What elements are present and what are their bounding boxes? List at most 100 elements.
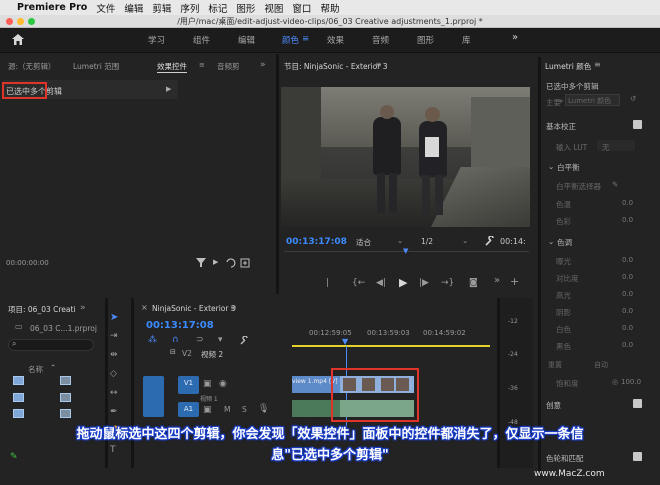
menu-window[interactable]: 窗口 <box>292 1 311 15</box>
menu-help[interactable]: 帮助 <box>320 1 339 15</box>
work-area-bar[interactable] <box>292 345 490 347</box>
fit-dropdown-chevron-icon[interactable]: ⌄ <box>397 236 403 245</box>
a1-mute-button[interactable]: M <box>224 405 230 414</box>
selection-tool-icon[interactable]: ➤ <box>110 312 118 323</box>
timeline-playhead-icon[interactable]: ▼ <box>342 337 348 346</box>
project-item-thumbnail[interactable] <box>13 393 24 402</box>
v2-track-target[interactable]: V2 <box>182 349 192 358</box>
slip-tool-icon[interactable]: ↔ <box>110 388 118 398</box>
menu-sequence[interactable]: 序列 <box>180 1 199 15</box>
resolution-dropdown[interactable]: 1/2 <box>421 237 433 246</box>
workspace-tab-effects[interactable]: 效果 <box>327 34 344 46</box>
a1-solo-button[interactable]: S <box>242 405 247 414</box>
go-to-in-icon[interactable]: {← <box>352 278 365 288</box>
a1-source-patch[interactable] <box>143 402 164 417</box>
more-panels-icon[interactable]: » <box>260 60 266 70</box>
export-frame-button-icon[interactable]: ◙ <box>469 278 478 288</box>
play-button-icon[interactable]: ▶ <box>399 276 407 289</box>
contrast-value[interactable]: 0.0 <box>622 273 633 281</box>
wrench-settings-icon[interactable] <box>484 236 495 247</box>
tint-value[interactable]: 0.0 <box>622 216 633 224</box>
tab-audio-clip-mixer[interactable]: 音频剪 <box>217 61 240 72</box>
lumetri-preset-chevron-icon[interactable]: ▸ <box>560 96 564 105</box>
v1-eye-icon[interactable]: ◉ <box>219 379 227 389</box>
lumetri-reset-icon[interactable]: ↺ <box>630 94 636 103</box>
tab-lumetri-scopes[interactable]: Lumetri 范围 <box>73 61 119 72</box>
zoom-window-button[interactable] <box>28 18 35 25</box>
more-workspaces-icon[interactable]: » <box>512 32 518 43</box>
tab-effect-controls[interactable]: 效果控件 <box>157 61 187 73</box>
exposure-value[interactable]: 0.0 <box>622 256 633 264</box>
minimize-window-button[interactable] <box>17 18 24 25</box>
step-forward-icon[interactable]: |▶ <box>419 278 429 288</box>
project-item-thumbnail[interactable] <box>13 376 24 385</box>
workspace-menu-icon[interactable]: ≡ <box>302 34 309 44</box>
a1-track-target[interactable]: A1 <box>178 402 199 417</box>
fit-dropdown[interactable]: 适合 <box>356 237 371 248</box>
v2-lock-icon[interactable]: ⊟ <box>170 348 176 356</box>
highlights-value[interactable]: 0.0 <box>622 290 633 298</box>
creative-section[interactable]: 创意 <box>546 400 561 411</box>
track-select-tool-icon[interactable]: ⇥ <box>110 331 118 341</box>
timeline-sequence-title[interactable]: NinjaSonic - Exterior 3 <box>152 304 236 313</box>
ripple-edit-tool-icon[interactable]: ⇹ <box>110 350 118 360</box>
basic-correction-checkbox[interactable] <box>633 120 642 129</box>
white-balance-chevron-icon[interactable]: ⌄ <box>548 162 554 171</box>
eyedropper-icon[interactable]: ✎ <box>612 180 618 189</box>
workspace-tab-graphics[interactable]: 图形 <box>417 34 434 46</box>
v1-track-target[interactable]: V1 <box>178 376 199 394</box>
effect-controls-menu-icon[interactable]: ≡ <box>199 61 205 69</box>
linked-selection-icon[interactable]: ⊃ <box>196 335 204 345</box>
project-item-icon[interactable] <box>60 376 71 385</box>
whites-value[interactable]: 0.0 <box>622 324 633 332</box>
export-frame-icon[interactable] <box>240 258 250 268</box>
workspace-tab-color[interactable]: 颜色 <box>282 34 299 46</box>
creative-checkbox[interactable] <box>633 399 642 408</box>
a1-sync-icon[interactable]: ▣ <box>203 405 212 415</box>
close-sequence-icon[interactable]: × <box>141 303 148 312</box>
saturation-reset-icon[interactable]: ◎ <box>612 378 618 386</box>
project-more-icon[interactable]: » <box>80 303 86 313</box>
close-window-button[interactable] <box>6 18 13 25</box>
workspace-tab-libraries[interactable]: 库 <box>462 34 471 46</box>
workspace-tab-editing[interactable]: 编辑 <box>238 34 255 46</box>
project-search-input[interactable] <box>8 339 94 351</box>
filter-icon[interactable] <box>196 258 208 268</box>
playhead-marker-icon[interactable]: ▼ <box>403 247 408 255</box>
snap-icon[interactable]: ∩ <box>172 335 179 345</box>
timeline-timecode[interactable]: 00:13:17:08 <box>146 320 214 331</box>
timeline-menu-icon[interactable]: ≡ <box>230 303 237 312</box>
home-icon[interactable] <box>12 34 24 45</box>
menu-clip[interactable]: 剪辑 <box>152 1 171 15</box>
step-back-icon[interactable]: ◀| <box>376 278 386 288</box>
tone-reset-button[interactable]: 重置 <box>548 360 562 370</box>
temperature-value[interactable]: 0.0 <box>622 199 633 207</box>
tone-auto-button[interactable]: 自动 <box>594 360 608 370</box>
a1-microphone-icon[interactable]: 🎙 <box>258 404 269 414</box>
add-button-icon[interactable]: + <box>510 275 519 288</box>
menu-graphics[interactable]: 图形 <box>236 1 255 15</box>
resolution-dropdown-chevron-icon[interactable]: ⌄ <box>462 236 468 245</box>
project-item-thumbnail[interactable] <box>13 409 24 418</box>
workspace-tab-audio[interactable]: 音频 <box>372 34 389 46</box>
white-balance-section[interactable]: 白平衡 <box>557 162 580 173</box>
add-marker-icon[interactable]: ▾ <box>218 335 223 345</box>
blacks-value[interactable]: 0.0 <box>622 341 633 349</box>
tab-source[interactable]: 源:（无剪辑） <box>8 61 56 72</box>
workspace-tab-learn[interactable]: 学习 <box>148 34 165 46</box>
menu-markers[interactable]: 标记 <box>208 1 227 15</box>
tone-section[interactable]: 色调 <box>557 237 572 248</box>
mark-in-icon[interactable]: | <box>326 278 329 288</box>
app-menu[interactable]: Premiere Pro <box>17 2 87 13</box>
shadows-value[interactable]: 0.0 <box>622 307 633 315</box>
program-monitor-menu-icon[interactable]: ≡ <box>375 60 382 69</box>
project-item-icon[interactable] <box>60 393 71 402</box>
button-editor-icon[interactable]: » <box>494 275 500 286</box>
nest-icon[interactable]: ⁂ <box>148 335 157 345</box>
sort-ascending-icon[interactable]: ⌃ <box>50 363 56 372</box>
project-item-icon[interactable] <box>60 409 71 418</box>
timeline-settings-icon[interactable] <box>239 336 249 346</box>
v1-toggle-sync-icon[interactable]: ▣ <box>203 379 212 389</box>
menu-file[interactable]: 文件 <box>96 1 115 15</box>
program-timecode[interactable]: 00:13:17:08 <box>286 237 347 247</box>
